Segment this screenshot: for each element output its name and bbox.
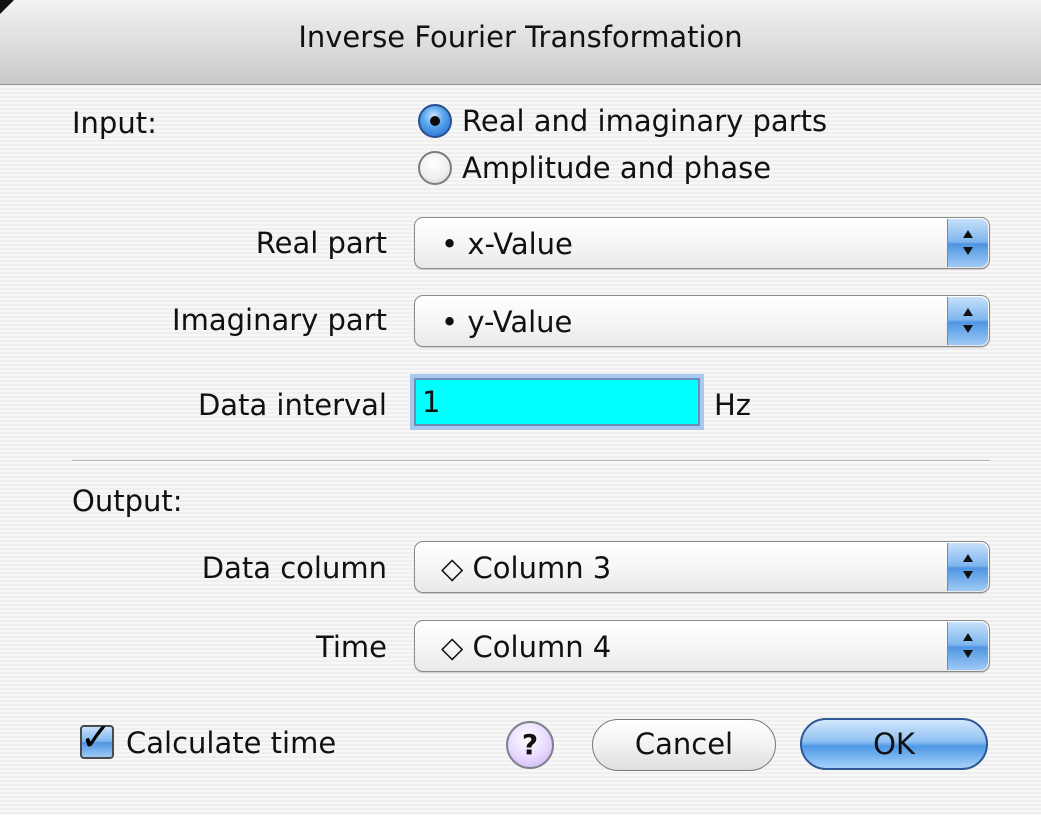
real-part-value: • x-Value: [441, 227, 573, 261]
radio-button-unselected-icon[interactable]: [418, 151, 452, 185]
data-column-label: Data column: [201, 551, 387, 585]
data-interval-label: Data interval: [197, 388, 387, 422]
data-interval-unit: Hz: [714, 388, 752, 422]
popup-arrows-icon: [947, 219, 988, 267]
popup-arrows-icon: [947, 622, 988, 670]
title-bar: Inverse Fourier Transformation: [0, 0, 1041, 85]
popup-arrows-icon: [947, 297, 988, 345]
cancel-button[interactable]: Cancel: [592, 719, 776, 771]
time-popup[interactable]: ◇ Column 4: [414, 620, 990, 672]
data-interval-input[interactable]: [414, 378, 700, 426]
imaginary-part-popup[interactable]: • y-Value: [414, 295, 990, 347]
radio-real-imaginary-label[interactable]: Real and imaginary parts: [462, 104, 827, 138]
real-part-popup[interactable]: • x-Value: [414, 217, 990, 269]
section-separator: [72, 460, 990, 462]
data-column-value: ◇ Column 3: [441, 551, 612, 585]
imaginary-part-label: Imaginary part: [172, 303, 387, 337]
ok-button[interactable]: OK: [800, 718, 988, 770]
window-corner: [0, 0, 14, 14]
dialog-window: Inverse Fourier Transformation Input: Re…: [0, 0, 1041, 815]
calculate-time-label[interactable]: Calculate time: [126, 726, 336, 760]
output-section-label: Output:: [72, 484, 183, 518]
time-value: ◇ Column 4: [441, 630, 612, 664]
window-title: Inverse Fourier Transformation: [298, 20, 743, 54]
imaginary-part-value: • y-Value: [441, 305, 573, 339]
help-button[interactable]: ?: [506, 721, 554, 769]
time-label: Time: [316, 630, 387, 664]
checkbox-checked-icon[interactable]: ✓: [80, 715, 114, 759]
radio-button-selected-icon[interactable]: [418, 104, 452, 138]
checkmark-icon: ✓: [80, 715, 112, 759]
radio-amplitude-phase-label[interactable]: Amplitude and phase: [462, 151, 771, 185]
real-part-label: Real part: [255, 226, 387, 260]
data-column-popup[interactable]: ◇ Column 3: [414, 541, 990, 593]
popup-arrows-icon: [947, 543, 988, 591]
input-section-label: Input:: [72, 106, 157, 140]
